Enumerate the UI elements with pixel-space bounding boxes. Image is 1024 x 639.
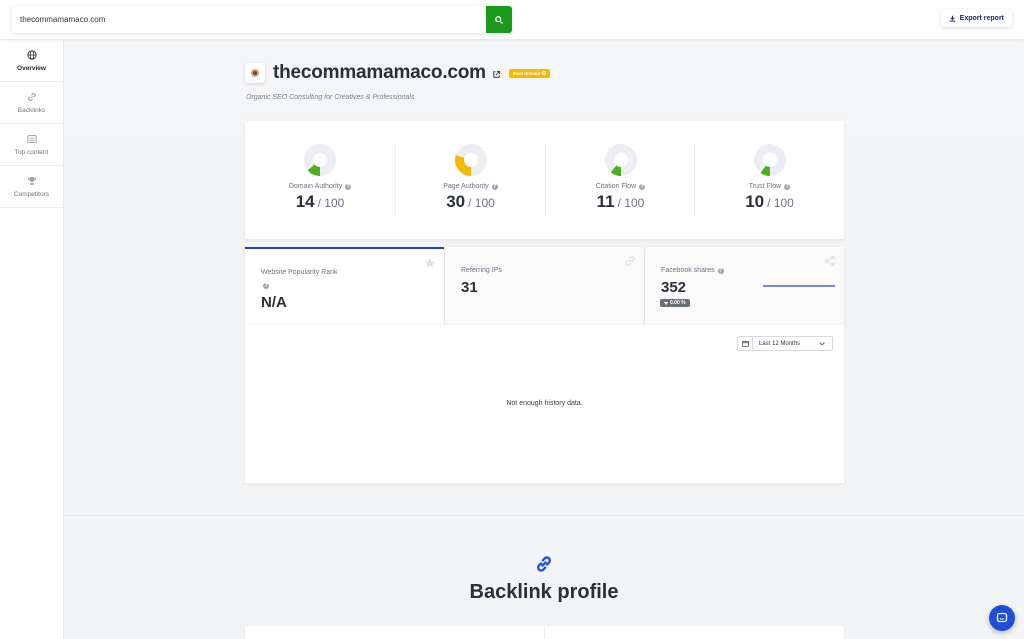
sidebar: Overview Backlinks Top content Competito… (0, 40, 64, 639)
metric-label-row: Trust Flow? (748, 183, 791, 190)
facebook-shares-sparkline (763, 285, 835, 287)
metric-max: / 100 (317, 196, 345, 210)
calendar-icon-box (738, 337, 753, 350)
period-select-value: Last 12 Months (759, 340, 801, 347)
metric-max: / 100 (767, 196, 794, 210)
metric-label: Citation Flow (595, 183, 637, 190)
metric-citation-flow: Citation Flow? 11/ 100 (545, 143, 695, 217)
search-icon (495, 15, 503, 24)
metric-number: 10 (745, 192, 765, 211)
metrics-card: Domain Authority? 14/ 100 Page Authority… (245, 121, 844, 239)
calendar-icon (741, 341, 749, 347)
content-icon (26, 134, 37, 143)
history-card: Last 12 Months Not enough history data. (245, 325, 844, 483)
page-title: thecommamamaco.com (273, 62, 486, 83)
stat-label: Referring IPs (461, 267, 502, 274)
sidebar-item-top-content[interactable]: Top content (0, 124, 63, 166)
metric-domain-authority: Domain Authority? 14/ 100 (245, 143, 395, 217)
site-favicon (245, 63, 265, 83)
card-divider (544, 626, 545, 639)
stat-card-referring-ips[interactable]: Referring IPs 31 (445, 247, 644, 325)
citation-flow-gauge (604, 144, 637, 176)
help-icon[interactable]: ? (345, 183, 352, 190)
link-icon (625, 256, 635, 266)
help-icon[interactable]: ? (263, 283, 269, 289)
sidebar-item-competitors[interactable]: Competitors (0, 166, 63, 208)
metric-trust-flow: Trust Flow? 10/ 100 (694, 143, 844, 217)
metric-max: / 100 (468, 196, 495, 210)
search-input[interactable] (12, 6, 486, 33)
globe-icon (26, 49, 37, 60)
metric-value: 30/ 100 (446, 192, 495, 212)
stat-label: Facebook shares? (661, 267, 724, 274)
metric-number: 30 (446, 192, 466, 211)
metric-max: / 100 (617, 196, 645, 210)
info-icon (542, 71, 547, 75)
metric-label: Domain Authority (288, 183, 343, 190)
root-domain-badge-label: Root domain (512, 70, 541, 76)
gauge-fill (454, 155, 471, 176)
sidebar-item-label: Top content (14, 148, 49, 156)
metric-number: 14 (295, 192, 315, 211)
section-divider (64, 515, 1024, 516)
help-icon[interactable]: ? (639, 183, 646, 190)
search-box (12, 6, 512, 33)
metric-value: 14/ 100 (296, 192, 345, 212)
change-badge: 0.00 % (660, 299, 690, 307)
period-select[interactable]: Last 12 Months (737, 336, 833, 351)
metric-label-row: Domain Authority? (288, 183, 352, 190)
help-icon[interactable]: ? (491, 183, 498, 190)
sidebar-item-label: Overview (17, 64, 46, 72)
root-domain-badge: Root domain (508, 68, 551, 78)
backlink-profile-card (245, 626, 844, 639)
export-report-button[interactable]: Export report (940, 9, 1012, 27)
backlink-chain-icon (537, 556, 551, 572)
link-icon (27, 92, 36, 101)
metric-label-row: Citation Flow? (595, 183, 646, 190)
caret-down-icon (664, 301, 668, 305)
metric-label: Trust Flow (748, 183, 782, 190)
chat-icon (996, 612, 1008, 623)
metric-value: 11/ 100 (597, 192, 645, 212)
help-icon[interactable]: ? (717, 267, 724, 274)
empty-history-message: Not enough history data. (506, 400, 583, 407)
stat-card-popularity-rank[interactable]: Website Popularity Rank ? N/A (245, 247, 444, 325)
domain-authority-gauge (304, 144, 336, 176)
star-icon (424, 257, 436, 268)
stat-card-facebook-shares[interactable]: Facebook shares? 352 0.00 % (645, 247, 844, 325)
share-icon (824, 255, 835, 267)
metric-label-row: Page Authority? (443, 183, 498, 190)
chevron-down-icon (819, 341, 825, 346)
top-bar: Export report (0, 0, 1024, 40)
metric-value: 10/ 100 (745, 192, 794, 212)
metric-label: Page Authority (443, 183, 489, 190)
help-icon[interactable]: ? (784, 183, 791, 190)
trust-flow-gauge (753, 144, 786, 176)
main-content: thecommamamaco.com Root domain Organic S… (64, 40, 1024, 639)
download-icon (949, 15, 955, 22)
stat-value: 31 (461, 279, 478, 296)
stat-label: Website Popularity Rank (261, 269, 338, 276)
backlink-profile-heading: Backlink profile (469, 581, 619, 603)
export-report-label: Export report (959, 14, 1004, 22)
sidebar-item-label: Backlinks (17, 106, 46, 114)
external-link-icon[interactable] (492, 70, 501, 79)
site-header: thecommamamaco.com Root domain (245, 62, 551, 84)
stat-value: 352 (661, 279, 687, 296)
site-tagline: Organic SEO Consulting for Creatives & P… (246, 94, 415, 101)
sidebar-item-overview[interactable]: Overview (0, 40, 63, 82)
trophy-icon (27, 176, 36, 185)
metric-page-authority: Page Authority? 30/ 100 (395, 143, 545, 217)
page-authority-gauge (454, 144, 487, 176)
sidebar-item-backlinks[interactable]: Backlinks (0, 82, 63, 124)
search-button[interactable] (486, 6, 512, 33)
stat-label-text: Facebook shares (661, 267, 715, 274)
metric-number: 11 (596, 192, 615, 211)
sidebar-item-label: Competitors (13, 190, 50, 198)
change-value: 0.00 % (670, 300, 686, 306)
stat-value: N/A (261, 294, 287, 311)
chat-button[interactable] (989, 605, 1015, 631)
